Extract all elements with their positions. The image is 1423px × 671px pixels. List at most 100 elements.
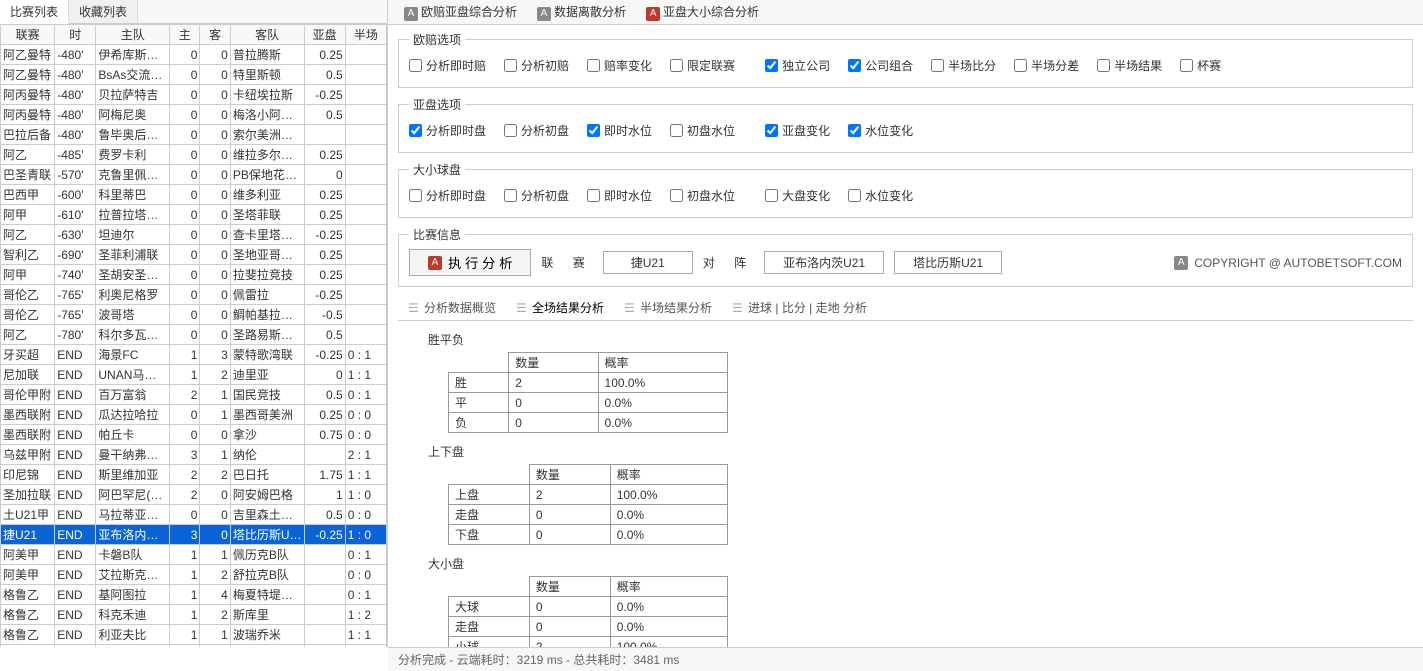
checkbox-input[interactable]	[670, 124, 683, 137]
checkbox-input[interactable]	[587, 189, 600, 202]
checkbox-分析初盘[interactable]: 分析初盘	[504, 122, 569, 139]
col-header[interactable]: 主队	[96, 25, 170, 45]
table-row[interactable]: 哥伦乙-765'波哥塔00鲷帕基拉…-0.5	[1, 305, 387, 325]
table-row[interactable]: 阿美甲END卡磐B队11佩历克B队0 : 1	[1, 545, 387, 565]
col-header[interactable]: 时	[55, 25, 96, 45]
checkbox-限定联赛[interactable]: 限定联赛	[670, 57, 735, 74]
checkbox-即时水位[interactable]: 即时水位	[587, 122, 652, 139]
table-row[interactable]: 格鲁乙END利亚夫比11波瑞乔米1 : 1	[1, 625, 387, 645]
col-header[interactable]: 主	[170, 25, 200, 45]
checkbox-input[interactable]	[1097, 59, 1110, 72]
match-grid[interactable]: 联赛时主队主客客队亚盘半场 阿乙曼特-480'伊希库斯…00普拉腾斯0.25阿乙…	[0, 24, 387, 647]
col-header[interactable]: 亚盘	[304, 25, 345, 45]
list-icon: ☰	[408, 301, 420, 315]
section-title: 上下盘	[428, 443, 1413, 460]
table-row[interactable]: 乌兹甲附END曼干纳弗…31纳伦2 : 1	[1, 445, 387, 465]
checkbox-input[interactable]	[848, 124, 861, 137]
checkbox-水位变化[interactable]: 水位变化	[848, 122, 913, 139]
checkbox-分析即时赔[interactable]: 分析即时赔	[409, 57, 486, 74]
table-row[interactable]: 巴圣青联-570'克鲁里佩…00PB保地花…0	[1, 165, 387, 185]
table-row[interactable]: 格鲁乙END基阿图拉14梅夏特堤…0 : 1	[1, 585, 387, 605]
table-row[interactable]: 阿丙曼特-480'阿梅尼奥00梅洛小阿…0.5	[1, 105, 387, 125]
checkbox-杯赛[interactable]: 杯赛	[1180, 57, 1221, 74]
checkbox-水位变化[interactable]: 水位变化	[848, 187, 913, 204]
checkbox-初盘水位[interactable]: 初盘水位	[670, 187, 735, 204]
checkbox-input[interactable]	[504, 124, 517, 137]
checkbox-半场结果[interactable]: 半场结果	[1097, 57, 1162, 74]
table-row[interactable]: 墨西联附END帕丘卡00拿沙0.750 : 0	[1, 425, 387, 445]
table-row[interactable]: 阿乙曼特-480'BsAs交流…00特里斯顿0.5	[1, 65, 387, 85]
table-row[interactable]: 阿乙曼特-480'伊希库斯…00普拉腾斯0.25	[1, 45, 387, 65]
checkbox-input[interactable]	[587, 59, 600, 72]
col-header[interactable]: 联赛	[1, 25, 55, 45]
home-team-value: 亚布洛内茨U21	[764, 251, 884, 274]
checkbox-分析初盘[interactable]: 分析初盘	[504, 187, 569, 204]
checkbox-input[interactable]	[765, 189, 778, 202]
checkbox-input[interactable]	[409, 59, 422, 72]
table-row[interactable]: 格鲁乙END苏洛利维尼01美拉尼0 : 0	[1, 645, 387, 648]
tab-fav-list[interactable]: 收藏列表	[69, 0, 138, 23]
match-info-legend: 比赛信息	[409, 226, 465, 243]
table-row[interactable]: 阿美甲END艾拉斯克…12舒拉克B队0 : 0	[1, 565, 387, 585]
checkbox-input[interactable]	[587, 124, 600, 137]
table-row[interactable]: 圣加拉联END阿巴罕尼(…20阿安姆巴格11 : 0	[1, 485, 387, 505]
checkbox-分析即时盘[interactable]: 分析即时盘	[409, 122, 486, 139]
table-row[interactable]: 巴拉后备-480'鲁毕奥后…00索尔美洲…	[1, 125, 387, 145]
checkbox-分析即时盘[interactable]: 分析即时盘	[409, 187, 486, 204]
subtab[interactable]: ☰全场结果分析	[506, 295, 614, 320]
checkbox-即时水位[interactable]: 即时水位	[587, 187, 652, 204]
table-row[interactable]: 格鲁乙END科克禾迪12斯库里1 : 2	[1, 605, 387, 625]
right-tab[interactable]: A欧赔亚盘综合分析	[394, 0, 527, 24]
checkbox-大盘变化[interactable]: 大盘变化	[765, 187, 830, 204]
col-header[interactable]: 客队	[230, 25, 304, 45]
col-header[interactable]: 客	[200, 25, 230, 45]
checkbox-独立公司[interactable]: 独立公司	[765, 57, 830, 74]
checkbox-半场分差[interactable]: 半场分差	[1014, 57, 1079, 74]
table-row[interactable]: 阿甲-740'圣胡安圣…00拉斐拉竞技0.25	[1, 265, 387, 285]
checkbox-input[interactable]	[931, 59, 944, 72]
table-row[interactable]: 哥伦乙-765'利奥尼格罗00佩雷拉-0.25	[1, 285, 387, 305]
table-row[interactable]: 阿丙曼特-480'贝拉萨特吉00卡纽埃拉斯-0.25	[1, 85, 387, 105]
right-tab[interactable]: A亚盘大小综合分析	[636, 0, 769, 24]
table-row[interactable]: 阿乙-780'科尔多瓦…00圣路易斯…0.5	[1, 325, 387, 345]
subtab[interactable]: ☰进球 | 比分 | 走地 分析	[722, 295, 877, 320]
table-row[interactable]: 捷U21END亚布洛内…30塔比历斯U…-0.251 : 0	[1, 525, 387, 545]
checkbox-亚盘变化[interactable]: 亚盘变化	[765, 122, 830, 139]
table-row[interactable]: 墨西联附END瓜达拉哈拉01墨西哥美洲0.250 : 0	[1, 405, 387, 425]
checkbox-input[interactable]	[409, 124, 422, 137]
checkbox-input[interactable]	[1180, 59, 1193, 72]
table-row[interactable]: 阿乙-630'坦迪尔00查卡里塔…-0.25	[1, 225, 387, 245]
checkbox-input[interactable]	[670, 189, 683, 202]
checkbox-初盘水位[interactable]: 初盘水位	[670, 122, 735, 139]
tab-match-list[interactable]: 比赛列表	[0, 0, 69, 24]
checkbox-input[interactable]	[670, 59, 683, 72]
checkbox-赔率变化[interactable]: 赔率变化	[587, 57, 652, 74]
checkbox-input[interactable]	[765, 124, 778, 137]
right-tab[interactable]: A数据离散分析	[527, 0, 636, 24]
table-row[interactable]: 土U21甲END马拉蒂亚…00吉里森土…0.50 : 0	[1, 505, 387, 525]
execute-analysis-button[interactable]: A执 行 分 析	[409, 249, 531, 276]
table-row[interactable]: 智利乙-690'圣菲利浦联00圣地亚哥…0.25	[1, 245, 387, 265]
table-row[interactable]: 阿乙-485'费罗卡利00维拉多尔…0.25	[1, 145, 387, 165]
checkbox-input[interactable]	[765, 59, 778, 72]
checkbox-半场比分[interactable]: 半场比分	[931, 57, 996, 74]
checkbox-input[interactable]	[504, 189, 517, 202]
table-row[interactable]: 尼加联ENDUNAN马纳…12迪里亚01 : 1	[1, 365, 387, 385]
col-header[interactable]: 半场	[345, 25, 386, 45]
table-row[interactable]: 巴西甲-600'科里蒂巴00维多利亚0.25	[1, 185, 387, 205]
checkbox-input[interactable]	[848, 59, 861, 72]
table-row[interactable]: 印尼锦END斯里维加亚22巴日托1.751 : 1	[1, 465, 387, 485]
checkbox-input[interactable]	[848, 189, 861, 202]
section-title: 胜平负	[428, 331, 1413, 348]
checkbox-input[interactable]	[409, 189, 422, 202]
table-row[interactable]: 牙买超END海景FC13蒙特歌湾联-0.250 : 1	[1, 345, 387, 365]
tab-icon: A	[646, 7, 660, 21]
subtab[interactable]: ☰半场结果分析	[614, 295, 722, 320]
table-row[interactable]: 哥伦甲附END百万富翁21国民竞技0.50 : 1	[1, 385, 387, 405]
checkbox-input[interactable]	[1014, 59, 1027, 72]
checkbox-input[interactable]	[504, 59, 517, 72]
table-row[interactable]: 阿甲-610'拉普拉塔…00圣塔菲联0.25	[1, 205, 387, 225]
checkbox-分析初赔[interactable]: 分析初赔	[504, 57, 569, 74]
checkbox-公司组合[interactable]: 公司组合	[848, 57, 913, 74]
subtab[interactable]: ☰分析数据概览	[398, 295, 506, 320]
